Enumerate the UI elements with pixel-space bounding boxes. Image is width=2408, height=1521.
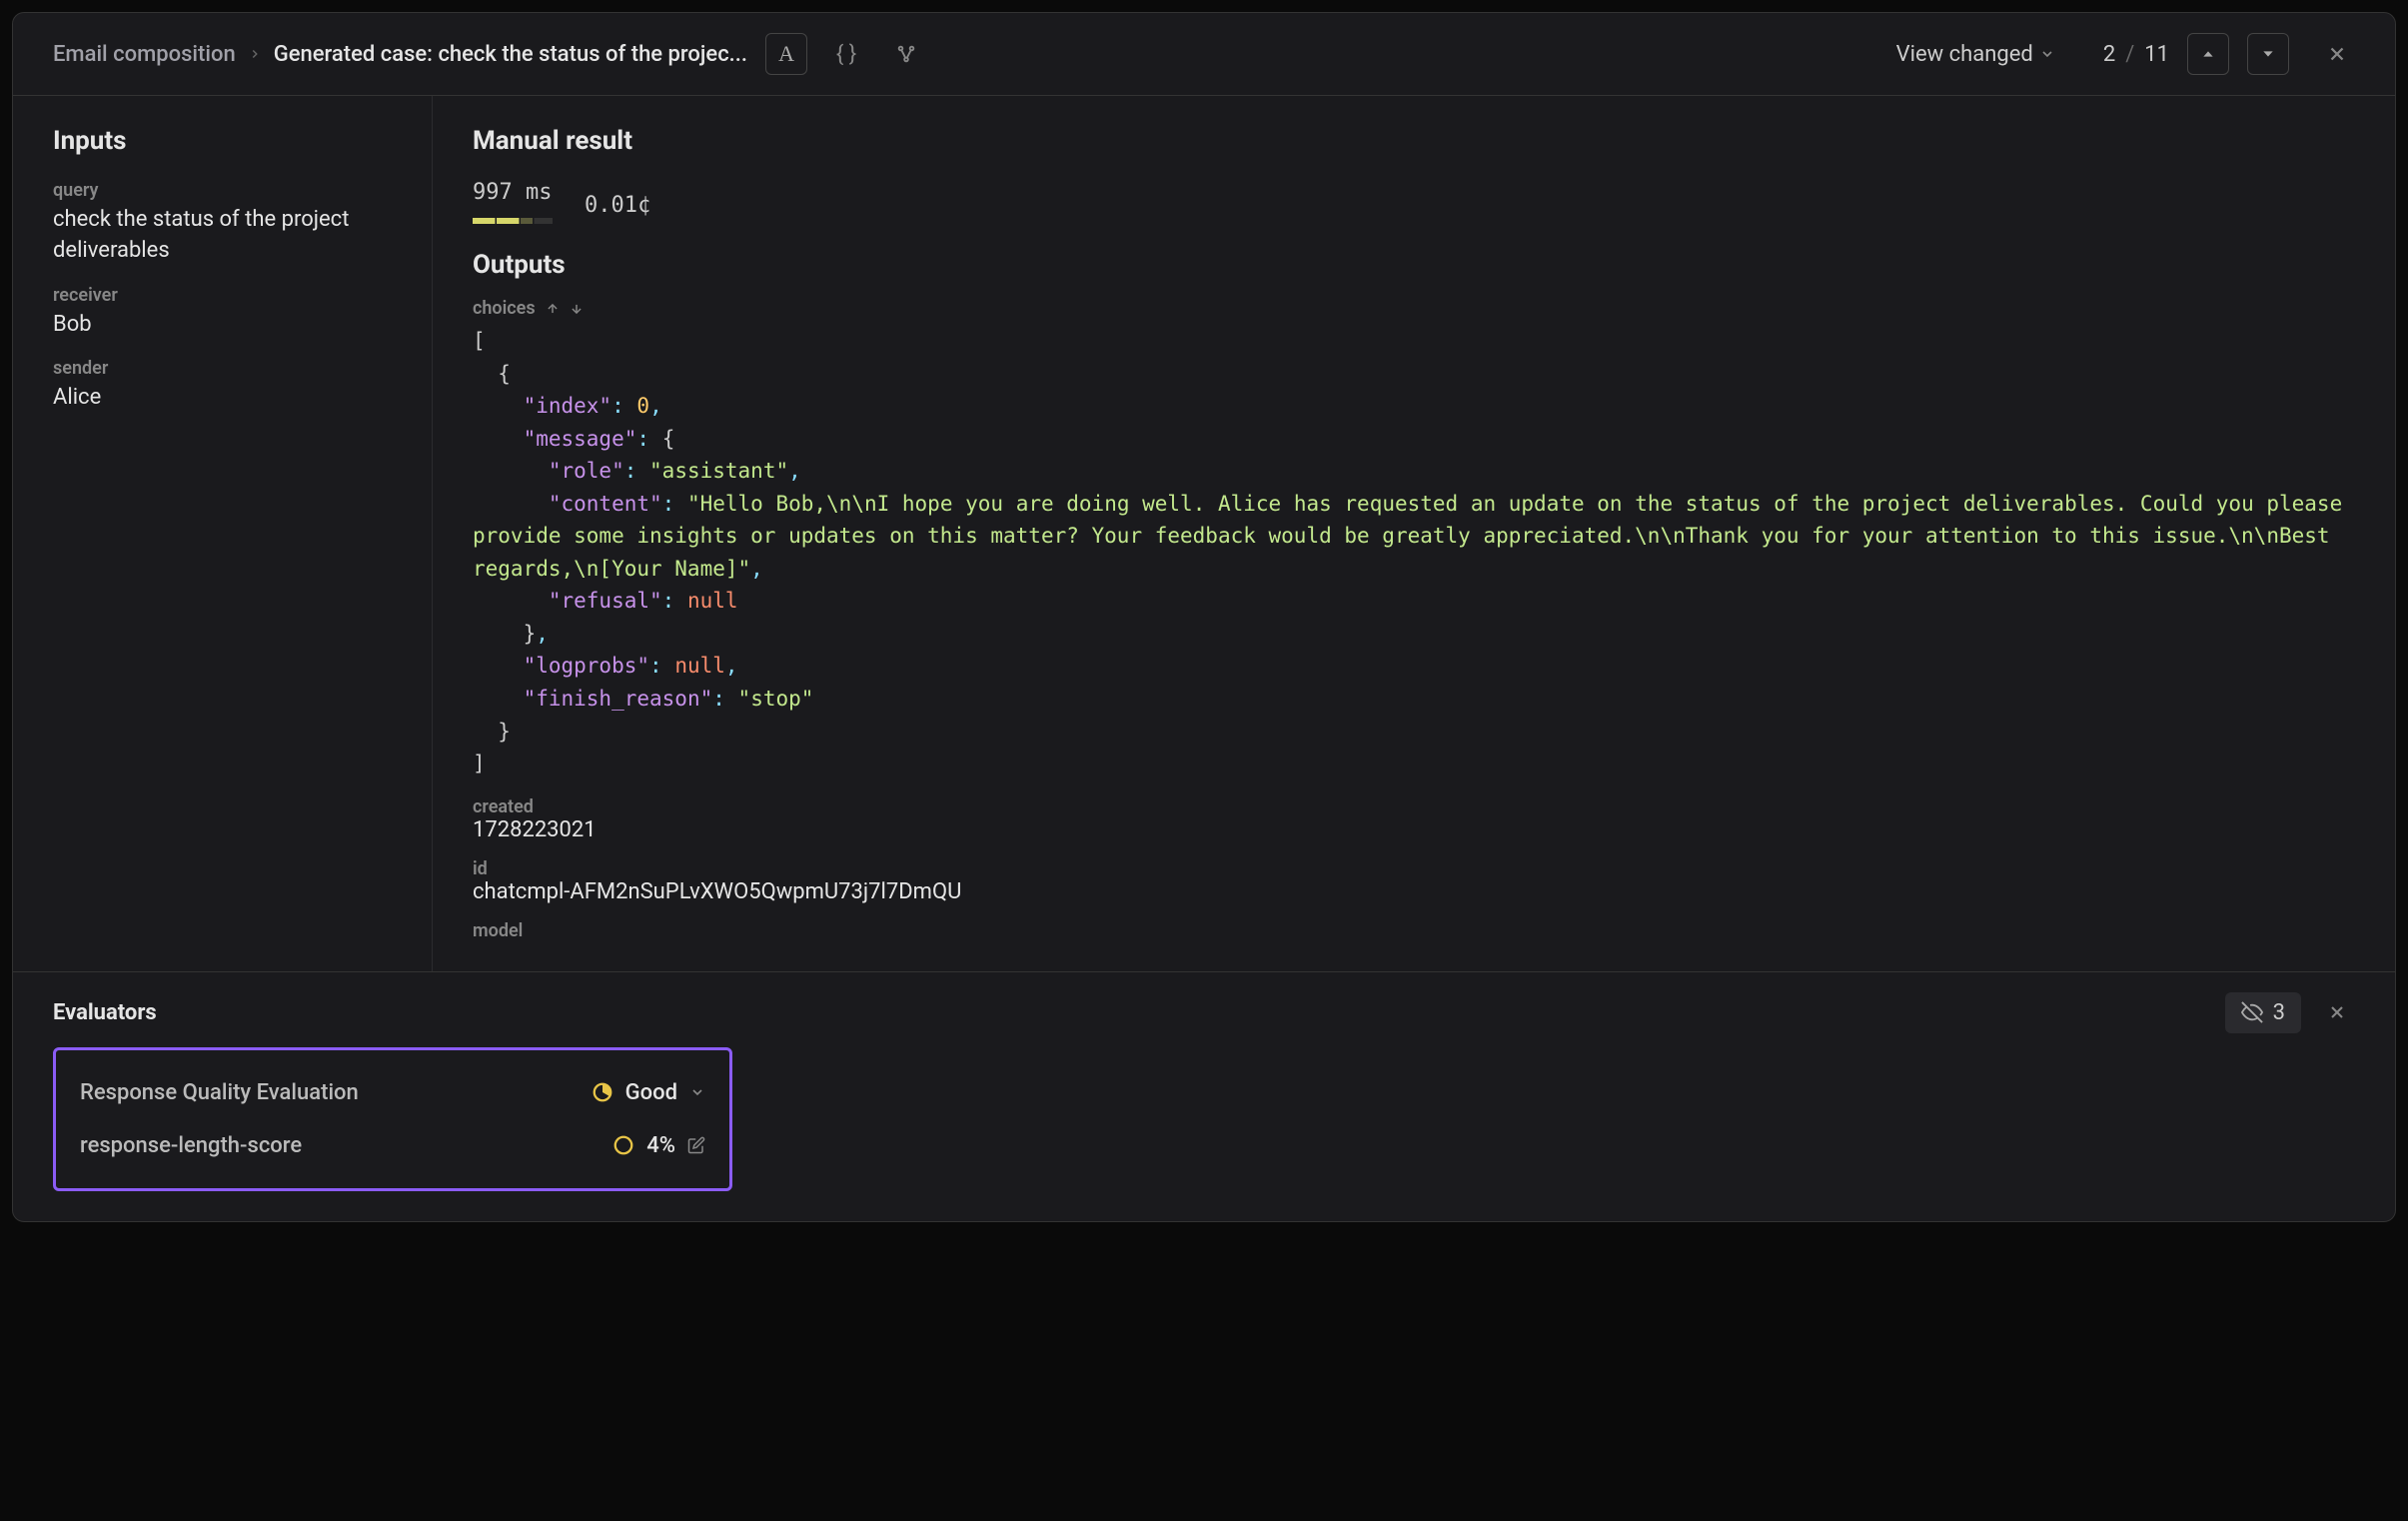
caret-up-icon <box>2200 46 2216 62</box>
manual-result-title: Manual result <box>473 126 2355 156</box>
braces-icon: { } <box>836 42 856 67</box>
receiver-label: receiver <box>53 285 392 306</box>
json-key: "index" <box>524 394 612 418</box>
json-value: null <box>687 589 738 613</box>
header-bar: Email composition Generated case: check … <box>13 13 2395 96</box>
graph-button[interactable] <box>885 33 927 75</box>
query-label: query <box>53 180 392 201</box>
cost-value: 0.01¢ <box>585 193 650 218</box>
json-key: "refusal" <box>549 589 662 613</box>
evaluator-value: Good <box>625 1080 677 1105</box>
evaluator-row-length: response-length-score 4% <box>80 1119 705 1172</box>
format-button[interactable]: A <box>765 33 807 75</box>
choices-header: choices <box>473 298 2355 319</box>
inputs-sidebar: Inputs query check the status of the pro… <box>13 96 433 971</box>
close-icon <box>2326 43 2348 65</box>
pager-total: 11 <box>2144 42 2169 67</box>
chevron-right-icon <box>248 47 262 61</box>
body: Inputs query check the status of the pro… <box>13 96 2395 971</box>
json-key: "finish_reason" <box>524 687 713 711</box>
breadcrumb-current: Generated case: check the status of the … <box>274 42 747 67</box>
result-window: Email composition Generated case: check … <box>12 12 2396 1222</box>
json-key: "logprobs" <box>524 654 649 678</box>
latency-sparkline <box>473 218 553 224</box>
choices-label: choices <box>473 298 536 319</box>
evaluator-value-cell: 4% <box>612 1133 705 1158</box>
json-value: 0 <box>636 394 649 418</box>
evaluator-value-dropdown[interactable]: Good <box>592 1080 705 1105</box>
view-changed-dropdown[interactable]: View changed <box>1896 42 2055 67</box>
json-key: "role" <box>549 459 624 483</box>
evaluators-close-button[interactable] <box>2319 994 2355 1030</box>
pager: 2 / 11 <box>2103 42 2169 67</box>
prev-button[interactable] <box>2187 33 2229 75</box>
id-value: chatcmpl-AFM2nSuPLvXWO5QwpmU73j7l7DmQU <box>473 879 2355 904</box>
evaluators-header: Evaluators 3 <box>53 992 2355 1033</box>
json-key: "content" <box>549 492 662 516</box>
evaluator-name: Response Quality Evaluation <box>80 1080 359 1105</box>
close-icon <box>2327 1002 2347 1022</box>
sender-label: sender <box>53 358 392 379</box>
chevron-down-icon <box>689 1084 705 1100</box>
evaluators-highlight-box: Response Quality Evaluation Good respons… <box>53 1047 732 1191</box>
evaluator-row-quality: Response Quality Evaluation Good <box>80 1066 705 1119</box>
breadcrumb: Email composition Generated case: check … <box>53 42 747 67</box>
arrow-down-icon[interactable] <box>570 302 584 316</box>
hidden-count: 3 <box>2273 1000 2285 1025</box>
json-value: null <box>674 654 725 678</box>
partial-circle-icon <box>592 1081 613 1103</box>
json-key: "message" <box>524 427 637 451</box>
metrics-row: 997 ms 0.01¢ <box>473 180 2355 230</box>
choices-json: [ { "index": 0, "message": { "role": "as… <box>473 325 2355 780</box>
caret-down-icon <box>2260 46 2276 62</box>
edit-icon[interactable] <box>687 1136 705 1154</box>
breadcrumb-parent[interactable]: Email composition <box>53 42 236 67</box>
evaluator-name: response-length-score <box>80 1133 302 1158</box>
created-label: created <box>473 796 2355 817</box>
main-panel: Manual result 997 ms 0.01¢ Outputs choic… <box>433 96 2395 971</box>
circle-outline-icon <box>612 1134 634 1156</box>
pager-sep: / <box>2125 42 2134 67</box>
json-value: "assistant" <box>649 459 788 483</box>
sender-value: Alice <box>53 383 392 414</box>
model-label: model <box>473 920 2355 941</box>
evaluator-value: 4% <box>646 1133 675 1158</box>
chevron-down-icon <box>2039 46 2055 62</box>
evaluators-section: Evaluators 3 Response Quality Evaluation <box>13 971 2395 1221</box>
inputs-title: Inputs <box>53 126 392 156</box>
latency-value: 997 ms <box>473 180 553 205</box>
eye-off-icon <box>2241 1001 2263 1023</box>
hidden-evaluators-button[interactable]: 3 <box>2225 992 2301 1033</box>
next-button[interactable] <box>2247 33 2289 75</box>
letter-a-icon: A <box>778 41 794 67</box>
query-value: check the status of the project delivera… <box>53 205 392 267</box>
outputs-title: Outputs <box>473 250 2355 280</box>
view-changed-label: View changed <box>1896 42 2033 67</box>
receiver-value: Bob <box>53 310 392 341</box>
pager-current: 2 <box>2103 42 2115 67</box>
evaluators-title: Evaluators <box>53 1000 157 1025</box>
json-value: "stop" <box>738 687 814 711</box>
arrow-up-icon[interactable] <box>546 302 560 316</box>
close-button[interactable] <box>2319 36 2355 72</box>
braces-button[interactable]: { } <box>825 33 867 75</box>
created-value: 1728223021 <box>473 817 2355 842</box>
graph-icon <box>895 43 917 65</box>
id-label: id <box>473 858 2355 879</box>
